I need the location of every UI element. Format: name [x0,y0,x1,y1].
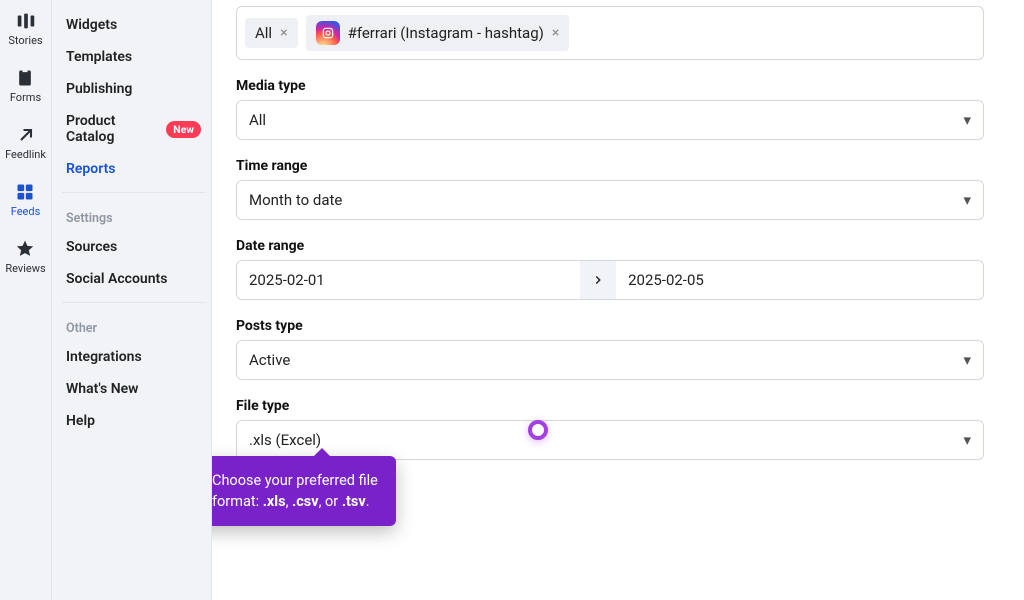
rail-label: Stories [8,34,42,47]
sidebar-item-label: Publishing [66,81,132,97]
sidebar-item-label: Reports [66,161,116,177]
sidebar-item-label: Templates [66,49,132,65]
sidebar-heading-other: Other [62,302,205,340]
tooltip-text: Choose your preferred file [212,472,378,489]
tooltip-text: , or [319,493,342,510]
tooltip-bold: .tsv [342,493,366,510]
tooltip-bold: .csv [292,493,319,510]
rail-feedlink[interactable]: Feedlink [5,124,46,161]
main-panel: All × #ferrari (Instagram - hashtag) × M… [212,0,1024,600]
sidebar-publishing[interactable]: Publishing [62,74,205,104]
chevron-right-icon [591,273,605,287]
file-type-select[interactable]: .xls (Excel) ▾ [236,420,984,460]
sidebar-item-label: Widgets [66,17,117,33]
tooltip-bold: .xls [263,493,286,510]
tooltip-text: format: [212,493,263,510]
icon-rail: Stories Forms Feedlink Feeds Reviews [0,0,52,600]
tag-hashtag[interactable]: #ferrari (Instagram - hashtag) × [306,15,570,51]
date-range-row: 2025-02-01 2025-02-05 [236,260,984,300]
sidebar-widgets[interactable]: Widgets [62,10,205,40]
date-value: 2025-02-05 [628,271,704,289]
sidebar-whats-new[interactable]: What's New [62,374,205,404]
chevron-down-icon: ▾ [963,111,971,129]
sidebar-integrations[interactable]: Integrations [62,342,205,372]
rail-label: Forms [10,91,41,104]
tooltip-text: . [366,493,370,510]
select-value: Month to date [249,191,342,209]
new-badge: New [166,121,201,138]
file-type-label: File type [236,398,984,414]
sidebar-heading-settings: Settings [62,192,205,230]
sidebar-social-accounts[interactable]: Social Accounts [62,264,205,294]
time-range-label: Time range [236,158,984,174]
instagram-icon [316,21,340,45]
posts-type-select[interactable]: Active ▾ [236,340,984,380]
tag-label: #ferrari (Instagram - hashtag) [348,24,544,42]
sidebar-item-label: Social Accounts [66,271,167,287]
sidebar-item-label: Sources [66,239,117,255]
sidebar-item-label: What's New [66,381,139,397]
sidebar-item-label: Help [66,413,95,429]
rail-label: Reviews [5,262,45,275]
forms-icon [14,67,36,89]
media-type-label: Media type [236,78,984,94]
chevron-down-icon: ▾ [963,351,971,369]
date-value: 2025-02-01 [249,271,325,289]
rail-reviews[interactable]: Reviews [5,238,45,275]
tour-tooltip: Choose your preferred file format: .xls,… [212,456,396,526]
stories-icon [15,10,37,32]
select-value: Active [249,351,290,369]
media-type-select[interactable]: All ▾ [236,100,984,140]
rail-forms[interactable]: Forms [10,67,41,104]
date-from-input[interactable]: 2025-02-01 [236,260,580,300]
sidebar: Widgets Templates Publishing Product Cat… [52,0,212,600]
close-icon[interactable]: × [280,25,287,41]
chevron-down-icon: ▾ [963,191,971,209]
sidebar-sources[interactable]: Sources [62,232,205,262]
rail-label: Feedlink [5,148,46,161]
chevron-down-icon: ▾ [963,431,971,449]
time-range-select[interactable]: Month to date ▾ [236,180,984,220]
date-to-input[interactable]: 2025-02-05 [616,260,984,300]
posts-type-label: Posts type [236,318,984,334]
close-icon[interactable]: × [552,25,559,41]
rail-stories[interactable]: Stories [8,10,42,47]
rail-feeds[interactable]: Feeds [11,181,41,218]
date-range-label: Date range [236,238,984,254]
rail-label: Feeds [11,205,41,218]
feedlink-icon [15,124,37,146]
select-value: All [249,111,266,129]
tag-all[interactable]: All × [245,18,298,48]
sidebar-product-catalog[interactable]: Product Catalog New [62,106,205,152]
sidebar-help[interactable]: Help [62,406,205,436]
select-value: .xls (Excel) [249,431,321,449]
sidebar-item-label: Integrations [66,349,142,365]
tag-label: All [255,24,272,42]
reviews-icon [14,238,36,260]
date-range-arrow [580,260,616,300]
feeds-icon [14,181,36,203]
sidebar-templates[interactable]: Templates [62,42,205,72]
sidebar-reports[interactable]: Reports [62,154,205,184]
sidebar-item-label: Product Catalog [66,113,160,145]
source-tags-input[interactable]: All × #ferrari (Instagram - hashtag) × [236,6,984,60]
